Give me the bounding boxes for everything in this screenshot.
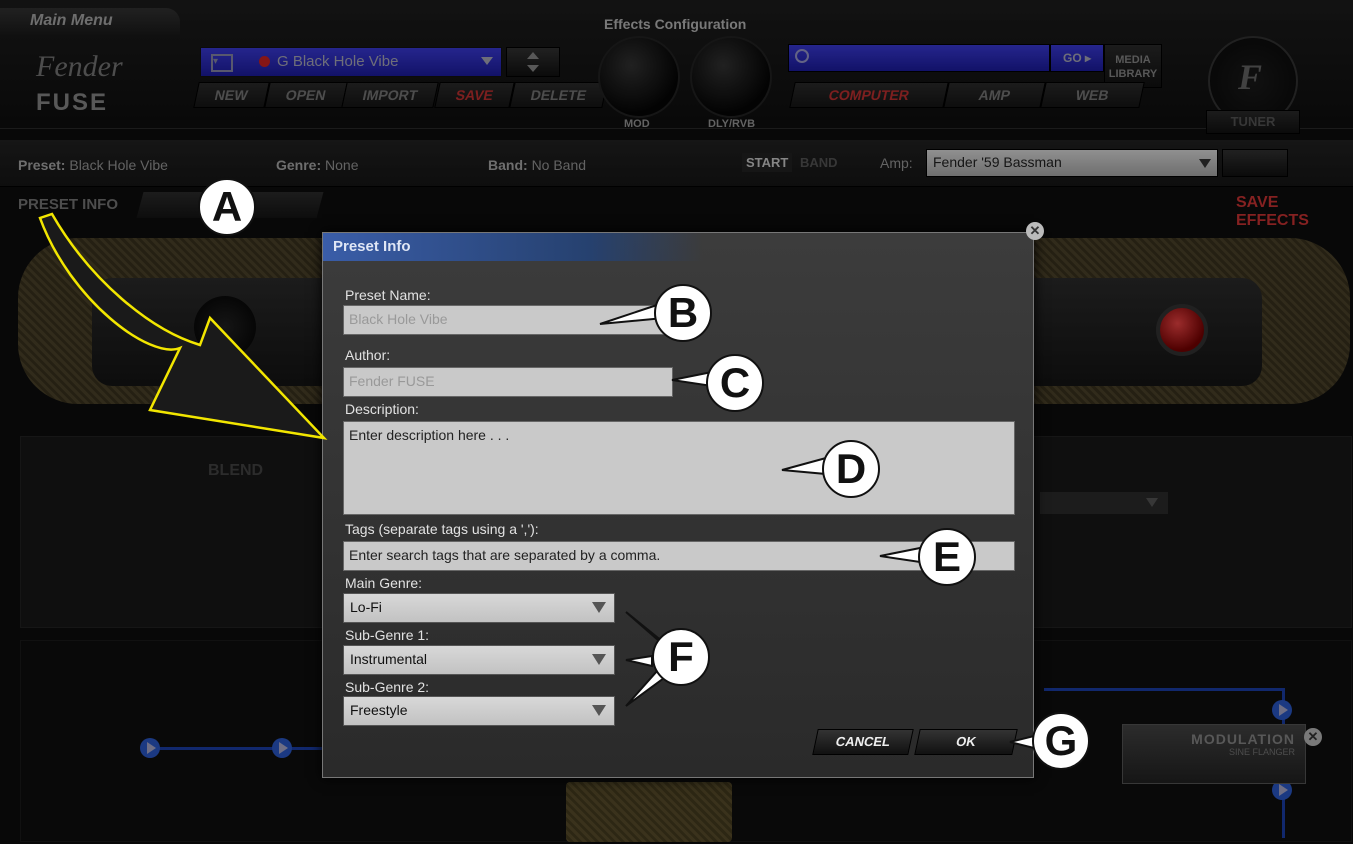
- callout-e: E: [918, 528, 976, 586]
- callout-e-pointer: [879, 546, 921, 564]
- callout-b: B: [654, 284, 712, 342]
- callout-c: C: [706, 354, 764, 412]
- callout-a-arrow: [38, 212, 328, 440]
- callout-f: F: [652, 628, 710, 686]
- callout-f-pointer-mid: [625, 654, 653, 668]
- callout-g: G: [1032, 712, 1090, 770]
- callout-arrows: [38, 212, 1035, 750]
- callout-a: A: [198, 178, 256, 236]
- callout-d: D: [822, 440, 880, 498]
- callout-d-pointer: [781, 456, 827, 476]
- callout-g-pointer: [1009, 734, 1035, 750]
